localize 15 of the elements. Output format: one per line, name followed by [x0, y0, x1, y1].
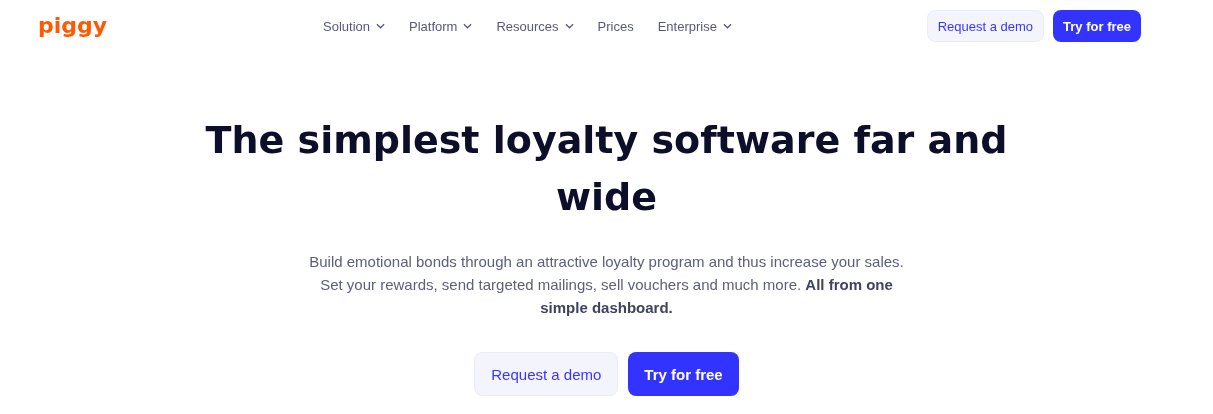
- hero-description: Build emotional bonds through an attractive loyalty program and thus increase your sales. Set your rewards, send targeted mailings, sell vouchers and much more. All from one simple dashboard.: [308, 252, 905, 318]
- nav-link[interactable]: Solution: [323, 18, 385, 34]
- chevron-down-icon: [722, 23, 732, 29]
- chevron-down-icon: [564, 23, 574, 29]
- chevron-down-icon: [463, 23, 473, 29]
- nav-link[interactable]: Resources: [496, 18, 574, 34]
- nav-link[interactable]: Platform: [409, 18, 473, 34]
- request-demo-button[interactable]: Request a demo: [474, 352, 619, 396]
- try-free-button[interactable]: Try for free: [1053, 10, 1141, 42]
- hero-title: The simplest loyalty software far and wide: [204, 117, 1009, 221]
- nav-link[interactable]: Prices: [597, 18, 634, 34]
- chevron-down-icon: [376, 23, 385, 29]
- nav-link[interactable]: Enterprise: [657, 18, 732, 34]
- try-free-button[interactable]: Try for free: [628, 352, 739, 396]
- request-demo-button[interactable]: Request a demo: [926, 10, 1045, 42]
